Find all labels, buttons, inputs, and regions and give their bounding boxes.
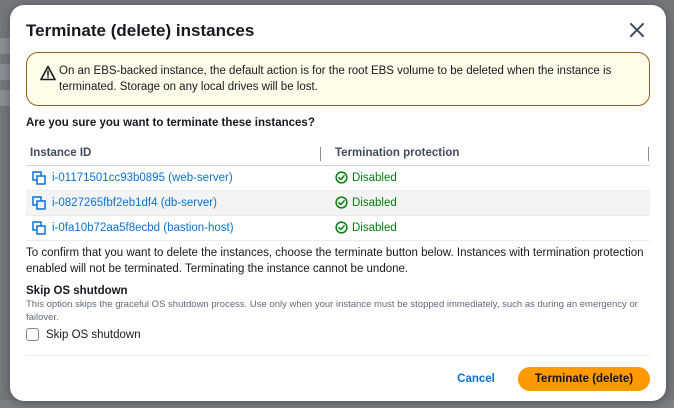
table-row: i-0fa10b72aa5f8ecbd (bastion-host) Disab…: [26, 216, 650, 241]
instances-table: Instance ID Termination protection i-011…: [26, 140, 650, 241]
footer-divider: [26, 355, 650, 356]
modal-title: Terminate (delete) instances: [26, 21, 255, 40]
instance-id-link[interactable]: i-0fa10b72aa5f8ecbd (bastion-host): [52, 222, 234, 234]
check-circle-icon: [335, 171, 348, 184]
instance-id-cell: i-0fa10b72aa5f8ecbd (bastion-host): [32, 221, 234, 235]
background-element: [0, 400, 674, 408]
status-text: Disabled: [352, 171, 397, 184]
status-text: Disabled: [352, 196, 397, 209]
table-header: Instance ID Termination protection: [26, 140, 650, 166]
close-button[interactable]: [624, 17, 650, 43]
check-circle-icon: [335, 221, 348, 234]
protection-status: Disabled: [335, 171, 397, 184]
modal-header: Terminate (delete) instances: [26, 19, 650, 45]
skip-shutdown-checkbox[interactable]: [26, 328, 39, 341]
instance-id-link[interactable]: i-01171501cc93b0895 (web-server): [52, 172, 233, 184]
instance-id-cell: i-0827265fbf2eb1df4 (db-server): [32, 196, 217, 210]
close-icon: [630, 23, 644, 37]
column-header-termination-protection: Termination protection: [335, 147, 460, 159]
confirm-instructions: To confirm that you want to delete the i…: [26, 247, 644, 275]
alert-text: On an EBS-backed instance, the default a…: [59, 65, 612, 93]
instance-id-link[interactable]: i-0827265fbf2eb1df4 (db-server): [52, 197, 217, 209]
copy-icon[interactable]: [32, 171, 46, 185]
table-row: i-0827265fbf2eb1df4 (db-server) Disabled: [26, 191, 650, 216]
cancel-button[interactable]: Cancel: [450, 368, 502, 390]
terminate-button[interactable]: Terminate (delete): [518, 367, 650, 391]
status-text: Disabled: [352, 221, 397, 234]
instance-id-cell: i-01171501cc93b0895 (web-server): [32, 171, 233, 185]
skip-shutdown-title: Skip OS shutdown: [26, 285, 128, 297]
warning-icon: [40, 65, 56, 81]
warning-alert: On an EBS-backed instance, the default a…: [26, 52, 650, 106]
protection-status: Disabled: [335, 196, 397, 209]
skip-shutdown-option[interactable]: Skip OS shutdown: [26, 328, 141, 341]
terminate-modal: Terminate (delete) instances On an EBS-b…: [10, 5, 666, 401]
column-divider: [320, 147, 321, 161]
protection-status: Disabled: [335, 221, 397, 234]
copy-icon[interactable]: [32, 221, 46, 235]
check-circle-icon: [335, 196, 348, 209]
copy-icon[interactable]: [32, 196, 46, 210]
skip-shutdown-description: This option skips the graceful OS shutdo…: [26, 299, 638, 323]
column-header-instance-id: Instance ID: [30, 147, 92, 159]
column-divider: [648, 147, 649, 161]
confirm-question: Are you sure you want to terminate these…: [26, 117, 315, 129]
table-row: i-01171501cc93b0895 (web-server) Disable…: [26, 166, 650, 191]
skip-shutdown-label: Skip OS shutdown: [46, 328, 141, 341]
